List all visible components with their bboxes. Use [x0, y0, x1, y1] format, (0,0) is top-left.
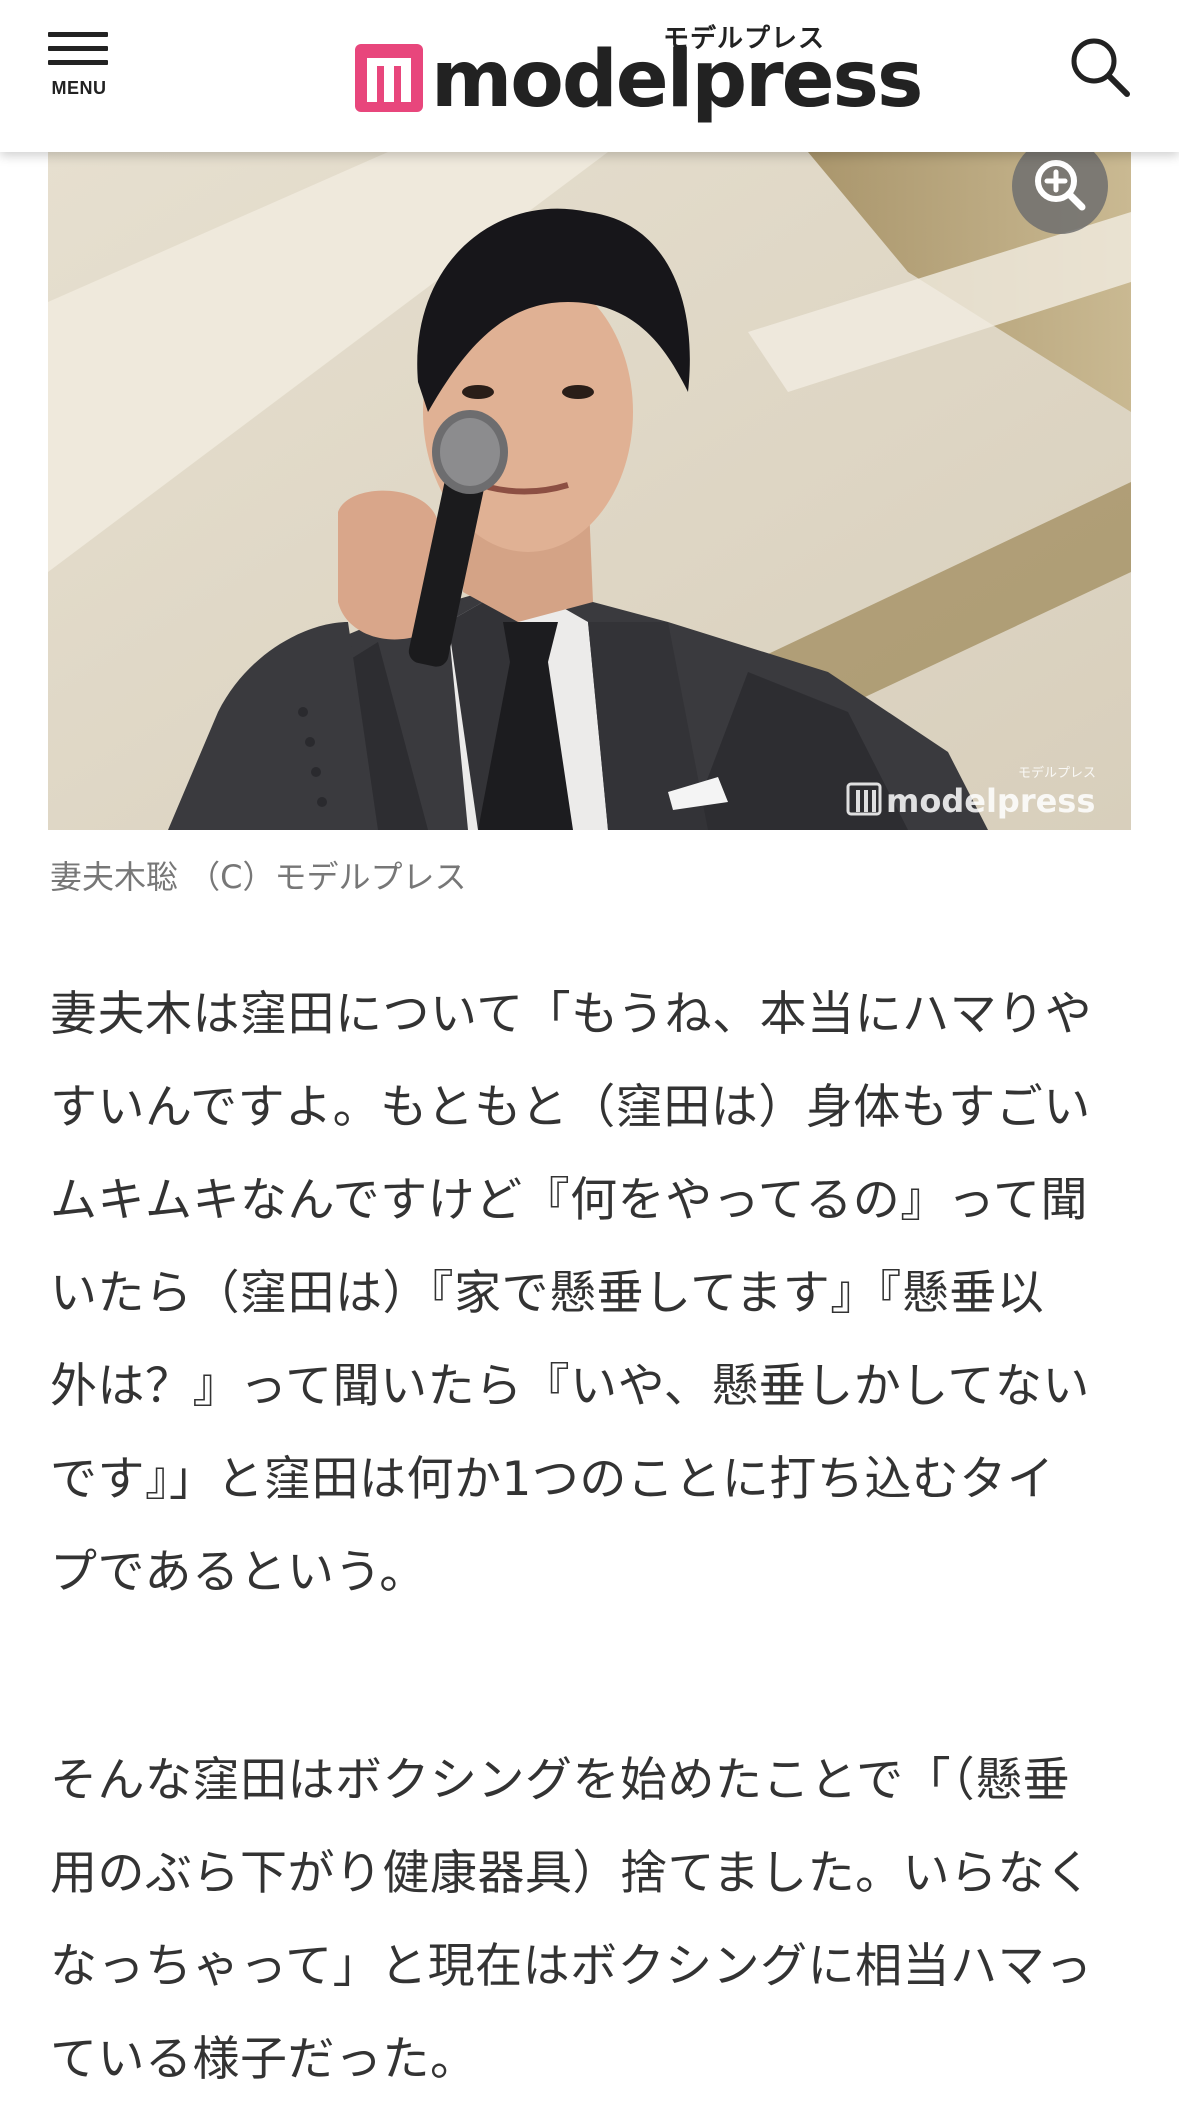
- photo-caption: 妻夫木聡 （C）モデルプレス: [50, 858, 467, 896]
- search-icon: [1071, 38, 1130, 97]
- zoom-button[interactable]: [1012, 138, 1108, 234]
- text-line: です』」と窪田は何か1つのことに打ち込むタイ: [50, 1452, 1055, 1507]
- text-line: そんな窪田はボクシングを始めたことで「（懸垂: [50, 1753, 1071, 1808]
- svg-text:モデルプレス: モデルプレス: [1018, 765, 1096, 781]
- article-photo[interactable]: modelpress モデルプレス: [48, 152, 1131, 830]
- site-logo[interactable]: モデルプレス modelpress: [355, 18, 923, 125]
- svg-text:modelpress: modelpress: [886, 782, 1095, 820]
- text-line: 妻夫木は窪田について「もうね、本当にハマりや: [50, 987, 1093, 1042]
- text-line: すいんですよ。もともと（窪田は）身体もすごい: [50, 1080, 1091, 1135]
- menu-label: MENU: [51, 78, 107, 98]
- text-line: ている様子だった。: [50, 2032, 478, 2087]
- article-paragraph: 妻夫木は窪田について「もうね、本当にハマりや すいんですよ。もともと（窪田は）身…: [50, 968, 1140, 1619]
- text-line: なっちゃって」と現在はボクシングに相当ハマっ: [50, 1939, 1093, 1994]
- logo-mark-icon: [355, 44, 423, 112]
- article-paragraph: そんな窪田はボクシングを始めたことで「（懸垂 用のぶら下がり健康器具）捨てました…: [50, 1734, 1140, 2106]
- search-button[interactable]: [1065, 32, 1135, 102]
- text-line: 外は？』って聞いたら『いや、懸垂しかしてない: [50, 1359, 1090, 1414]
- article-body: 妻夫木は窪田について「もうね、本当にハマりや すいんですよ。もともと（窪田は）身…: [50, 968, 1140, 2106]
- text-line: プであるという。: [50, 1545, 427, 1600]
- text-line: ムキムキなんですけど『何をやってるの』って聞: [50, 1173, 1088, 1228]
- text-line: いたら（窪田は）『家で懸垂してます』『懸垂以: [50, 1266, 1045, 1321]
- photo-illustration: modelpress モデルプレス: [48, 152, 1131, 830]
- text-line: 用のぶら下がり健康器具）捨てました。いらなく: [50, 1846, 1093, 1901]
- zoom-in-icon: [1035, 160, 1086, 211]
- logo-wordmark: modelpress: [431, 35, 923, 125]
- site-header: MENU モデルプレス modelpress: [0, 0, 1179, 152]
- menu-button[interactable]: MENU: [40, 28, 118, 102]
